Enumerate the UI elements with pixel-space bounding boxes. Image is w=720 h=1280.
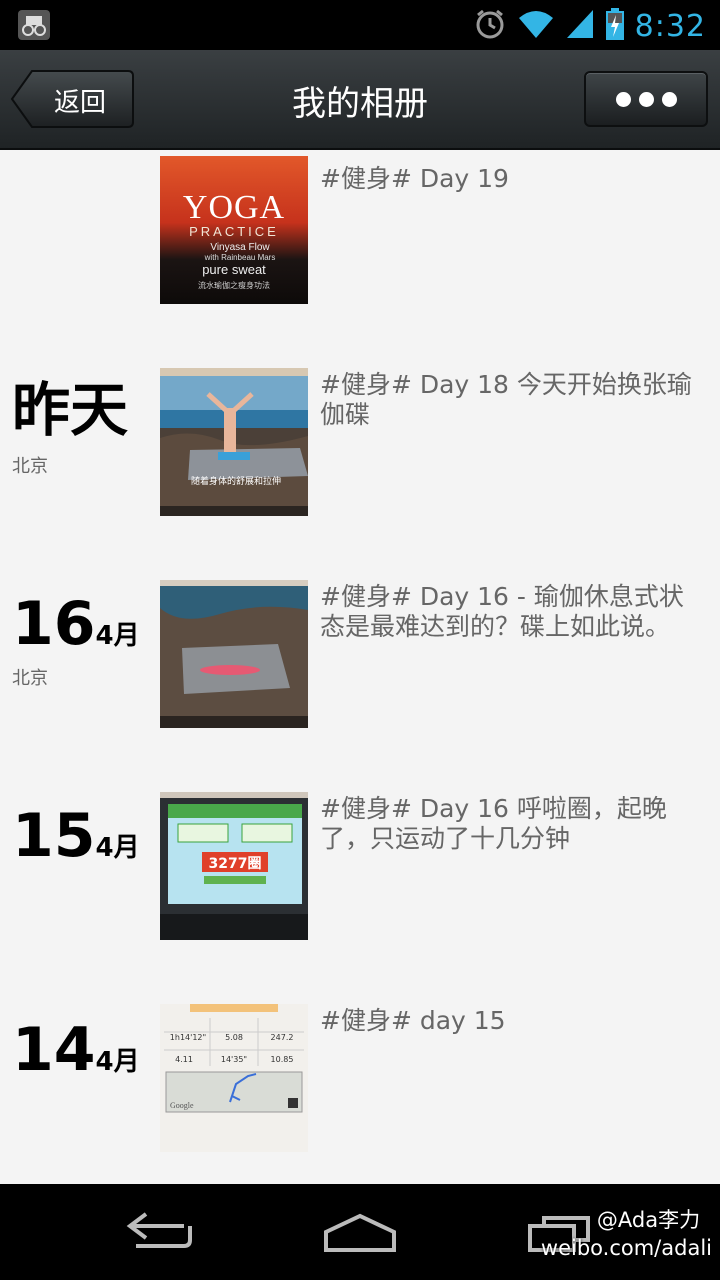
entry-caption: #健身# Day 16 - 瑜伽休息式状态是最难达到的？碟上如此说。	[320, 582, 684, 641]
more-menu-button[interactable]	[584, 71, 708, 127]
run-cell-1: 1h14'12"	[170, 1033, 206, 1042]
entry-date-day: 15	[12, 801, 96, 871]
entry-date: 昨天	[12, 380, 128, 440]
run-cell-5: 14'35"	[221, 1055, 247, 1064]
notification-icon	[18, 10, 50, 40]
signal-icon	[565, 8, 595, 44]
album-entry[interactable]: 昨天 北京 随着身体的舒展和拉伸 #健身# Day 18 今天开始换张瑜伽碟	[0, 368, 720, 518]
photo-thumbnail-yoga[interactable]: YOGA PRACTICE Vinyasa Flow with Rainbeau…	[160, 156, 308, 304]
photo-thumbnail-yoga-beach[interactable]: 随着身体的舒展和拉伸	[160, 368, 308, 516]
watermark-user: @Ada李力	[596, 1208, 701, 1232]
entry-caption: #健身# Day 16 呼啦圈，起晚了，只运动了十几分钟	[320, 794, 667, 853]
home-nav-icon[interactable]	[322, 1212, 398, 1256]
run-cell-3: 247.2	[271, 1033, 294, 1042]
map-google-label: Google	[170, 1101, 194, 1110]
more-dot-icon	[661, 91, 677, 107]
entry-date: 164月	[12, 594, 140, 666]
yoga-line6: 流水瑜伽之瘦身功法	[198, 280, 270, 290]
entry-date-month: 4月	[95, 1047, 140, 1077]
entry-date-month: 4月	[95, 621, 140, 651]
entry-date: 144月	[12, 1020, 140, 1092]
entry-location: 北京	[12, 456, 48, 477]
yoga-line3: Vinyasa Flow	[210, 242, 270, 253]
photo-thumbnail-run-stats[interactable]: 1h14'12" 5.08 247.2 4.11 14'35" 10.85 Go…	[160, 1004, 308, 1152]
album-list[interactable]: YOGA PRACTICE Vinyasa Flow with Rainbeau…	[0, 150, 720, 1184]
back-nav-icon[interactable]	[126, 1212, 194, 1256]
yoga-line2: PRACTICE	[189, 224, 279, 239]
battery-icon	[605, 7, 625, 45]
hoop-score: 3277圈	[209, 856, 262, 872]
yoga-line5: pure sweat	[202, 262, 266, 277]
run-cell-2: 5.08	[225, 1033, 243, 1042]
entry-date-month: 4月	[95, 833, 140, 863]
entry-location: 北京	[12, 668, 48, 689]
album-entry[interactable]: 164月 北京 #健身# Day 16 - 瑜伽休息式状态是最难达到的？碟上如此…	[0, 580, 720, 730]
status-bar: 8:32	[0, 0, 720, 50]
yoga-line4: with Rainbeau Mars	[204, 253, 276, 262]
entry-date: 154月	[12, 806, 140, 878]
more-dot-icon	[615, 91, 631, 107]
weibo-watermark: @Ada李力 weibo.com/adali	[541, 1206, 712, 1262]
entry-caption: #健身# day 15	[320, 1006, 506, 1035]
photo-thumbnail-hula-hoop[interactable]: 3277圈	[160, 792, 308, 940]
entry-caption: #健身# Day 19	[320, 164, 509, 193]
more-dot-icon	[638, 91, 654, 107]
album-entry[interactable]: 154月 3277圈 #健身# Day 16 呼啦圈，起晚了，只运动了十几分钟	[0, 792, 720, 942]
entry-caption: #健身# Day 18 今天开始换张瑜伽碟	[320, 370, 692, 429]
wifi-icon	[517, 8, 555, 44]
entry-date-day: 16	[12, 589, 96, 659]
entry-date-day: 14	[12, 1015, 96, 1085]
clock-time: 8:32	[634, 8, 706, 44]
entry-date-day: 昨天	[12, 376, 129, 444]
run-cell-4: 4.11	[175, 1055, 193, 1064]
action-bar: 返回 我的相册	[0, 50, 720, 150]
beach-subtitle: 随着身体的舒展和拉伸	[191, 475, 281, 487]
alarm-icon	[473, 7, 507, 45]
photo-thumbnail-yoga-rest[interactable]	[160, 580, 308, 728]
album-entry[interactable]: 144月 1h14'12" 5.08 247.2 4.11 14'35" 10.…	[0, 1004, 720, 1154]
run-cell-6: 10.85	[271, 1055, 294, 1064]
watermark-url: weibo.com/adali	[540, 1236, 712, 1260]
album-entry[interactable]: YOGA PRACTICE Vinyasa Flow with Rainbeau…	[0, 156, 720, 306]
yoga-title-text: YOGA	[183, 189, 285, 226]
